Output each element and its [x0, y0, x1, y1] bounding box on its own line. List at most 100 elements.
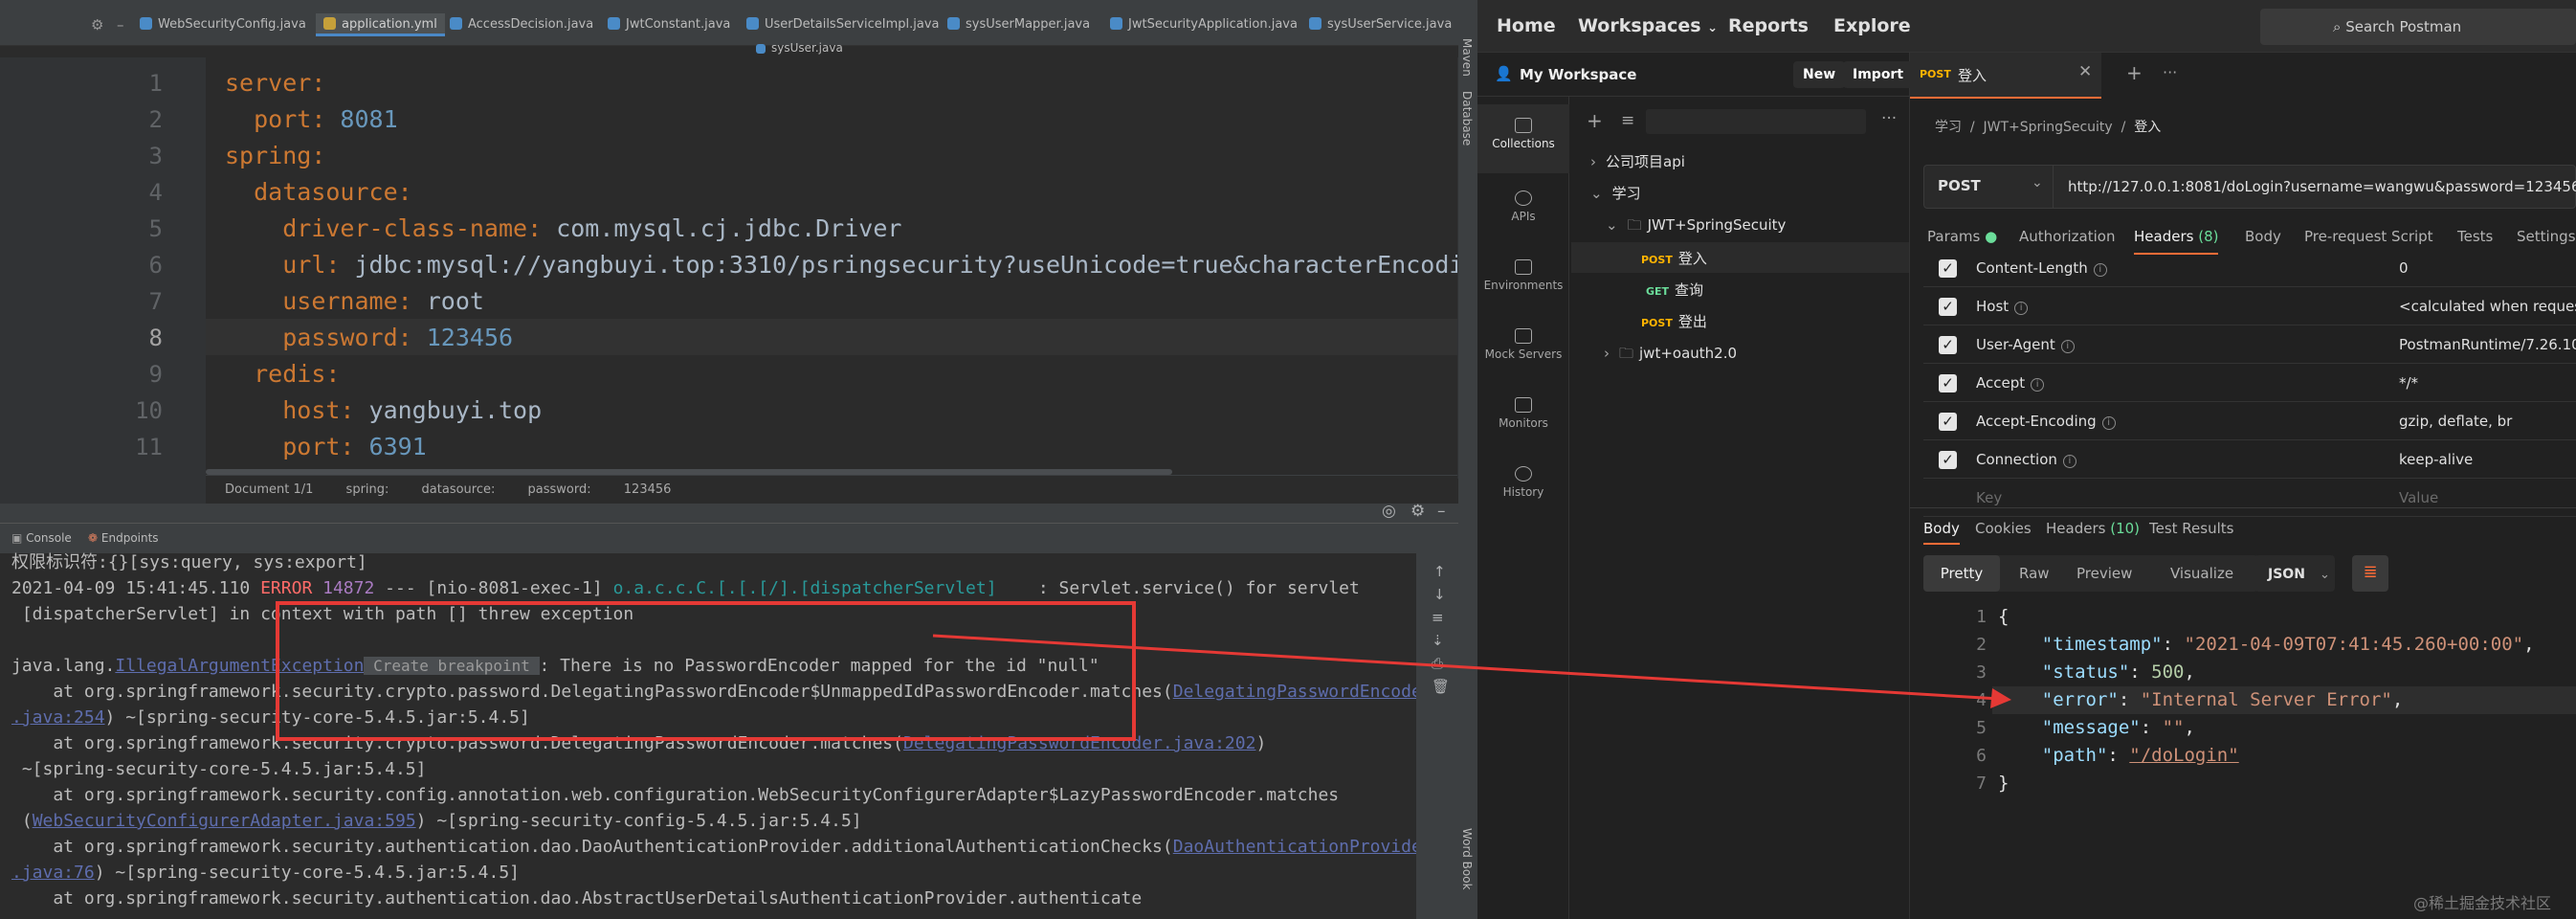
gear-icon[interactable]: ⚙: [1410, 502, 1425, 521]
new-button[interactable]: New: [1793, 61, 1846, 88]
info-icon[interactable]: i: [2093, 263, 2107, 277]
checkbox[interactable]: ✓: [1939, 259, 1957, 278]
checkbox[interactable]: ✓: [1939, 336, 1957, 354]
tab-params[interactable]: Params ●: [1927, 228, 1997, 245]
request-login[interactable]: POST 登入: [1641, 248, 1707, 268]
settings-icon[interactable]: ⚙: [91, 16, 103, 34]
tab-websecurityconfig[interactable]: WebSecurityConfig.java: [140, 13, 306, 36]
tab-tests[interactable]: Tests: [2457, 228, 2493, 245]
rail-apis[interactable]: APIs: [1477, 181, 1569, 242]
view-raw[interactable]: Raw: [2019, 555, 2050, 592]
arrow-down-icon[interactable]: ↓: [1433, 586, 1446, 603]
close-icon[interactable]: ✕: [2078, 62, 2092, 81]
tab-pre-request-script[interactable]: Pre-request Script: [2304, 228, 2433, 245]
breadcrumb-item[interactable]: 学习: [1935, 120, 1962, 135]
rail-monitors[interactable]: Monitors: [1477, 388, 1569, 449]
tab-jwtsecurityapplication[interactable]: JwtSecurityApplication.java: [1110, 13, 1298, 36]
filter-icon[interactable]: ≡: [1621, 111, 1634, 130]
source-link[interactable]: WebSecurityConfigurerAdapter.java:595: [33, 811, 416, 831]
create-breakpoint-tooltip[interactable]: Create breakpoint: [364, 657, 540, 675]
tab-jwtconstant[interactable]: JwtConstant.java: [608, 13, 730, 36]
target-icon[interactable]: ◎: [1382, 502, 1396, 521]
wordbook-tool-button[interactable]: Word Book: [1460, 828, 1474, 890]
database-tool-button[interactable]: Database: [1460, 91, 1474, 146]
breadcrumb-item[interactable]: Document 1/1: [225, 482, 313, 497]
breadcrumb-item[interactable]: 登入: [2134, 120, 2161, 135]
tab-accessdecision[interactable]: AccessDecision.java: [450, 13, 593, 36]
exception-link[interactable]: IllegalArgumentException: [115, 656, 364, 676]
view-preview[interactable]: Preview: [2076, 555, 2132, 592]
rail-history[interactable]: History: [1477, 457, 1569, 518]
tab-response-body[interactable]: Body: [1923, 520, 1960, 545]
folder-jwt-oauth2[interactable]: › 🗀 jwt+oauth2.0: [1604, 344, 1737, 368]
info-icon[interactable]: i: [2031, 378, 2045, 392]
folder-jwt-springsecurity[interactable]: ⌄ 🗀 JWT+SpringSecuity: [1606, 215, 1786, 239]
tab-userdetailsserviceimpl[interactable]: UserDetailsServiceImpl.java: [746, 13, 939, 36]
nav-workspaces[interactable]: Workspaces ⌄: [1578, 0, 1718, 53]
checkbox[interactable]: ✓: [1939, 451, 1957, 469]
breadcrumb-item[interactable]: spring:: [346, 482, 389, 497]
tab-test-results[interactable]: Test Results: [2149, 520, 2233, 537]
more-icon[interactable]: ···: [1881, 109, 1897, 128]
checkbox[interactable]: ✓: [1939, 374, 1957, 392]
view-pretty[interactable]: Pretty: [1923, 555, 2000, 592]
format-select[interactable]: JSON ⌄: [2254, 555, 2335, 592]
url-input[interactable]: http://127.0.0.1:8081/doLogin?username=w…: [2068, 178, 2576, 195]
minimize-icon[interactable]: –: [1437, 502, 1446, 521]
view-visualize[interactable]: Visualize: [2170, 555, 2233, 592]
source-link[interactable]: .java:76: [11, 863, 95, 883]
source-link[interactable]: DelegatingPasswordEncoder: [1173, 682, 1432, 702]
tab-sysuser[interactable]: sysUser.java: [756, 40, 843, 56]
nav-explore[interactable]: Explore: [1833, 0, 1911, 53]
breadcrumb-item[interactable]: datasource:: [422, 482, 496, 497]
value-input[interactable]: Value: [2399, 479, 2438, 517]
import-button[interactable]: Import: [1843, 61, 1914, 88]
tab-console[interactable]: ▣ Console: [11, 531, 72, 545]
collection-company-api[interactable]: › 公司项目api: [1590, 151, 1685, 171]
minimize-icon[interactable]: –: [117, 16, 124, 34]
nav-reports[interactable]: Reports: [1728, 0, 1809, 53]
tab-authorization[interactable]: Authorization: [2019, 228, 2115, 245]
horizontal-scrollbar[interactable]: [206, 469, 1172, 475]
source-link[interactable]: DaoAuthenticationProvider: [1173, 837, 1432, 857]
new-tab-icon[interactable]: +: [2126, 61, 2143, 84]
rail-collections[interactable]: Collections: [1477, 104, 1569, 173]
checkbox[interactable]: ✓: [1939, 298, 1957, 316]
trash-icon[interactable]: 🗑: [1432, 678, 1450, 695]
method-select[interactable]: POST ⌄: [1924, 166, 2054, 208]
search-postman[interactable]: ⌕ Search Postman: [2260, 9, 2576, 45]
breadcrumb-item[interactable]: JWT+SpringSecuity: [1984, 120, 2113, 135]
info-icon[interactable]: i: [2062, 455, 2076, 468]
tab-sysusermapper[interactable]: sysUserMapper.java: [947, 13, 1090, 36]
wrap-lines-icon[interactable]: ≣: [2352, 555, 2388, 592]
info-icon[interactable]: i: [2014, 302, 2029, 315]
tab-cookies[interactable]: Cookies: [1975, 520, 2032, 537]
tab-settings[interactable]: Settings: [2517, 228, 2576, 245]
info-icon[interactable]: i: [2101, 416, 2116, 430]
collection-search-input[interactable]: [1646, 109, 1866, 134]
print-icon[interactable]: ⎙: [1432, 655, 1443, 672]
request-logout[interactable]: POST 登出: [1641, 311, 1707, 331]
breadcrumb-item[interactable]: password:: [528, 482, 591, 497]
tab-endpoints[interactable]: ❁ Endpoints: [88, 531, 159, 545]
info-icon[interactable]: i: [2060, 340, 2075, 353]
path-link[interactable]: "/doLogin": [2129, 745, 2238, 766]
breadcrumb-item[interactable]: 123456: [624, 482, 672, 497]
workspace-name[interactable]: My Workspace: [1520, 66, 1636, 83]
source-link[interactable]: DelegatingPasswordEncoder.java:202: [903, 733, 1255, 753]
checkbox[interactable]: ✓: [1939, 413, 1957, 431]
tab-application-yml[interactable]: application.yml: [316, 13, 445, 36]
request-tab-login[interactable]: POST 登入 ✕: [1910, 53, 2101, 99]
nav-home[interactable]: Home: [1497, 0, 1556, 53]
collection-study[interactable]: ⌄ 学习: [1590, 183, 1641, 203]
key-input[interactable]: Key: [1976, 479, 2002, 517]
tab-options-icon[interactable]: ···: [2163, 63, 2177, 81]
soft-wrap-icon[interactable]: ≡: [1432, 609, 1444, 626]
tab-response-headers[interactable]: Headers (10): [2046, 520, 2140, 537]
source-link[interactable]: .java:254: [11, 707, 105, 728]
request-query[interactable]: GET 查询: [1646, 280, 1703, 300]
rail-mock-servers[interactable]: Mock Servers: [1477, 319, 1569, 380]
rail-environments[interactable]: Environments: [1477, 250, 1569, 311]
arrow-up-icon[interactable]: ↑: [1433, 563, 1446, 580]
tab-sysuserservice[interactable]: sysUserService.java: [1309, 13, 1452, 36]
